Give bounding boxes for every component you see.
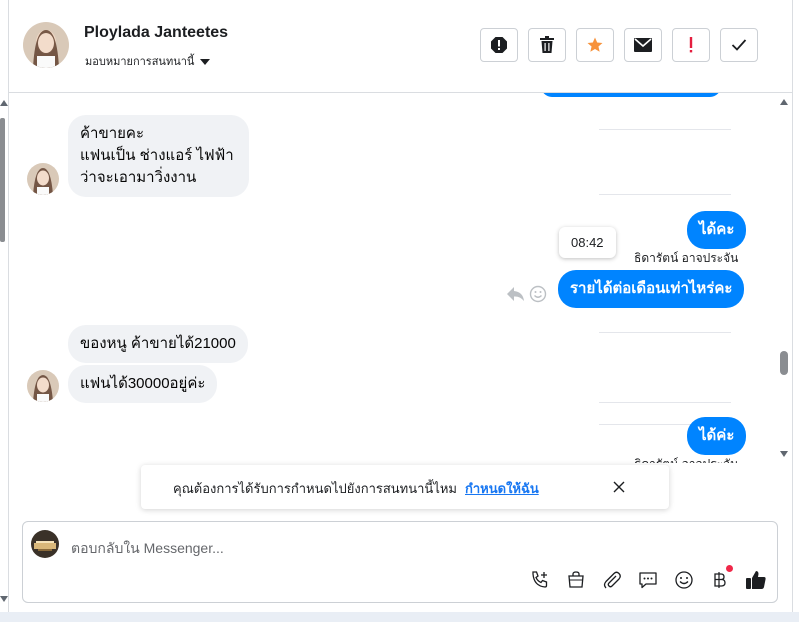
thread-scrollbar[interactable]	[777, 93, 792, 463]
saved-reply-icon[interactable]	[637, 569, 659, 591]
alert-icon	[491, 37, 507, 53]
react-emoji-icon[interactable]	[529, 285, 547, 303]
separator	[599, 402, 731, 403]
scroll-up-icon[interactable]	[0, 100, 8, 106]
sender-name: ธิดารัตน์ อาจประจัน	[634, 251, 739, 265]
star-button[interactable]	[576, 28, 614, 62]
incoming-message[interactable]: ของหนู ค้าขายได้21000	[68, 325, 248, 363]
page-scrollbar[interactable]	[0, 100, 8, 612]
notification-dot	[726, 565, 733, 572]
outgoing-message[interactable]: ได้คะ	[687, 211, 747, 249]
reply-icon[interactable]	[506, 285, 526, 303]
incoming-message[interactable]: ค้าขายคะ แฟนเป็น ช่างแอร์ ไฟฟ้า ว่าจะเอา…	[68, 115, 249, 197]
conversation-panel: Ploylada Janteetes มอบหมายการสนทนานี้ ค้…	[8, 0, 793, 612]
message-thread[interactable]: ค้าขายคะ แฟนเป็น ช่างแอร์ ไฟฟ้า ว่าจะเอา…	[9, 93, 777, 463]
follow-up-button[interactable]	[672, 28, 710, 62]
shop-icon[interactable]	[565, 569, 587, 591]
scroll-thumb[interactable]	[0, 118, 5, 242]
reply-composer[interactable]: ตอบกลับใน Messenger...	[22, 521, 778, 603]
mark-spam-button[interactable]	[480, 28, 518, 62]
conversation-header: Ploylada Janteetes มอบหมายการสนทนานี้	[9, 0, 792, 93]
caret-down-icon	[200, 59, 211, 66]
assign-dropdown[interactable]: มอบหมายการสนทนานี้	[85, 52, 211, 70]
emoji-icon[interactable]	[673, 569, 695, 591]
assign-label: มอบหมายการสนทนานี้	[85, 56, 195, 68]
sender-name: ธิดารัตน์ อาจประจัน	[634, 455, 738, 463]
trash-icon	[540, 36, 554, 53]
scroll-down-icon[interactable]	[0, 596, 8, 602]
flag-icon	[689, 37, 693, 53]
like-icon[interactable]	[745, 569, 767, 591]
check-icon	[731, 39, 747, 51]
page-avatar	[31, 530, 59, 558]
baht-icon[interactable]	[709, 565, 733, 591]
scroll-down-icon[interactable]	[780, 451, 788, 457]
contact-name: Ploylada Janteetes	[84, 24, 229, 41]
reply-input[interactable]: ตอบกลับใน Messenger...	[71, 538, 224, 560]
assign-prompt: คุณต้องการได้รับการกำหนดไปยังการสนทนานี้…	[173, 481, 457, 496]
outgoing-message[interactable]: ได้ค่ะ	[687, 417, 747, 455]
close-icon[interactable]	[611, 479, 627, 495]
window-bottom-edge	[0, 612, 799, 622]
assign-to-me-link[interactable]: กำหนดให้ฉัน	[465, 481, 539, 496]
separator	[599, 332, 731, 333]
message-bubble-partial	[541, 93, 721, 97]
assign-banner: คุณต้องการได้รับการกำหนดไปยังการสนทนานี้…	[141, 465, 669, 509]
outgoing-message[interactable]: รายได้ต่อเดือนเท่าไหร่คะ	[558, 270, 745, 308]
delete-button[interactable]	[528, 28, 566, 62]
message-line: ค้าขายคะ	[80, 125, 145, 142]
separator	[599, 194, 731, 195]
timestamp-tooltip: 08:42	[559, 227, 616, 258]
contact-avatar-small	[27, 370, 59, 402]
contact-avatar[interactable]	[23, 22, 69, 68]
star-icon	[587, 37, 603, 52]
incoming-message[interactable]: แฟนได้30000อยู่ค่ะ	[68, 365, 218, 403]
mark-done-button[interactable]	[720, 28, 758, 62]
scroll-thumb[interactable]	[780, 351, 788, 375]
separator	[599, 129, 731, 130]
attach-icon[interactable]	[601, 569, 623, 591]
mark-unread-button[interactable]	[624, 28, 662, 62]
mail-icon	[634, 38, 652, 52]
contact-avatar-small	[27, 163, 59, 195]
message-line: ว่าจะเอามาวิ่งงาน	[80, 169, 197, 186]
message-line: แฟนเป็น ช่างแอร์ ไฟฟ้า	[80, 147, 234, 164]
scroll-up-icon[interactable]	[780, 99, 788, 105]
call-add-icon[interactable]	[529, 569, 551, 591]
